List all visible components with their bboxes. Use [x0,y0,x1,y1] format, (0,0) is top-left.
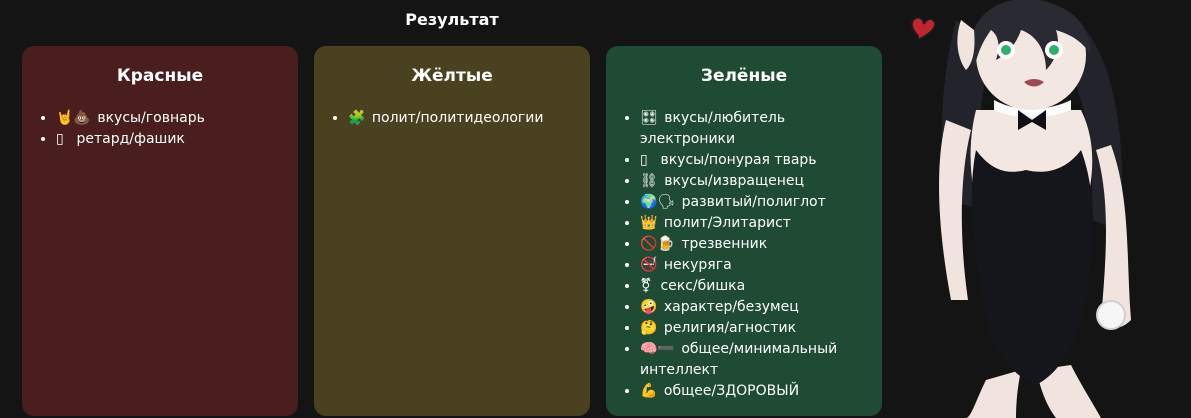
list-item: 🎛 вкусы/любитель электроники [640,108,870,150]
list-item-text: секс/бишка [660,278,746,294]
list-item-text: развитый/полиглот [681,194,826,210]
list-item: 👑 полит/Элитарист [640,213,870,234]
list-item-text: вкусы/говнарь [97,110,205,126]
list-item: ⛓ вкусы/извращенец [640,171,870,192]
page-title: Результат [405,10,499,29]
list-item-text: трезвенник [681,236,768,252]
list-item: ⚧ секс/бишка [640,276,870,297]
list-item: 🚫🍺 трезвенник [640,234,870,255]
yellow-card-title: Жёлтые [411,66,493,86]
item-emoji-icon: 🤔 [640,320,658,336]
item-emoji-icon: 🧠➖ [640,341,675,357]
item-emoji-icon: 🤪 [640,299,658,315]
list-item-text: характер/безумец [663,299,799,315]
list-item: ▯ вкусы/понурая тварь [640,150,870,171]
item-emoji-icon: ⚧ [640,278,652,294]
anime-character-illustration [906,0,1191,418]
item-emoji-icon: 💪 [640,383,658,399]
list-item-text: некуряга [663,257,732,273]
item-emoji-icon: ▯ [640,152,648,168]
yellow-card: Жёлтые 🧩 полит/политидеологии [314,46,590,416]
list-item-text: вкусы/любитель электроники [640,110,786,147]
illustration-svg [910,0,1131,418]
item-emoji-icon: 🧩 [348,110,366,126]
red-card-title: Красные [116,66,204,86]
list-item-text: религия/агностик [663,320,797,336]
green-card-title: Зелёные [700,66,788,86]
list-item: 🧠➖ общее/минимальный интеллект [640,339,870,381]
list-item: 🤪 характер/безумец [640,297,870,318]
red-list: 🤘💩 вкусы/говнарь ▯ ретард/фашик [22,108,298,150]
red-card: Красные 🤘💩 вкусы/говнарь ▯ ретард/фашик [22,46,298,416]
list-item: 🤔 религия/агностик [640,318,870,339]
item-emoji-icon: 👑 [640,215,658,231]
list-item-text: общее/ЗДОРОВЫЙ [663,383,800,399]
heart-icon [910,16,937,42]
list-item-text: вкусы/понурая тварь [660,152,817,168]
item-emoji-icon: ▯ [56,131,64,147]
list-item: 🤘💩 вкусы/говнарь [56,108,286,129]
list-item: 🚭 некуряга [640,255,870,276]
item-emoji-icon: 🤘💩 [56,110,91,126]
green-list: 🎛 вкусы/любитель электроники ▯ вкусы/пон… [606,108,882,402]
result-page: Результат Красные 🤘💩 вкусы/говнарь ▯ рет… [0,0,1191,418]
yellow-list: 🧩 полит/политидеологии [314,108,590,129]
green-card: Зелёные 🎛 вкусы/любитель электроники ▯ в… [606,46,882,416]
list-item-text: полит/Элитарист [663,215,791,231]
item-emoji-icon: 🚭 [640,257,658,273]
list-item: ▯ ретард/фашик [56,129,286,150]
list-item: 🌍🗣 развитый/полиглот [640,192,870,213]
item-emoji-icon: ⛓ [640,173,658,189]
list-item-text: полит/политидеологии [371,110,544,126]
list-item: 💪 общее/ЗДОРОВЫЙ [640,381,870,402]
list-item-text: ретард/фашик [76,131,185,147]
item-emoji-icon: 🎛 [640,110,658,126]
list-item: 🧩 полит/политидеологии [348,108,578,129]
item-emoji-icon: 🚫🍺 [640,236,675,252]
item-emoji-icon: 🌍🗣 [640,194,676,210]
list-item-text: вкусы/извращенец [664,173,805,189]
